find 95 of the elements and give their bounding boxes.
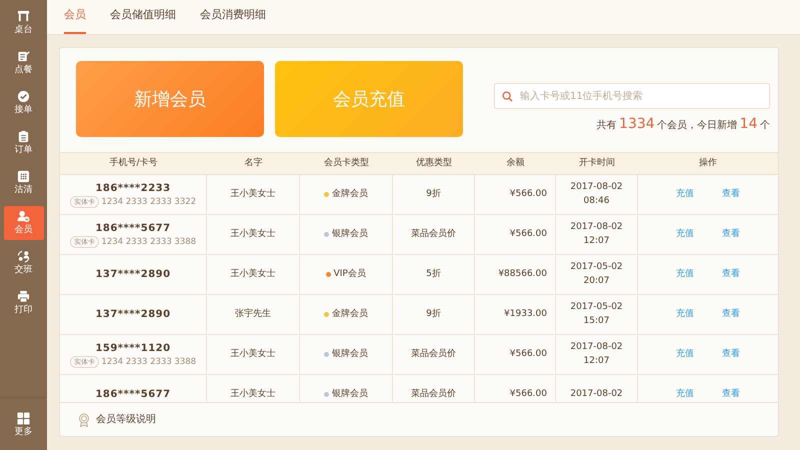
sidebar-item[interactable]: 会员 <box>4 206 44 240</box>
card-type: 金牌会员 <box>332 308 368 321</box>
notepad-icon <box>17 50 30 63</box>
new-member-count: 14 <box>740 115 758 134</box>
balance: ¥1933.00 <box>504 308 547 321</box>
discount-type: 9折 <box>426 188 441 201</box>
open-date: 2017-08-02 <box>570 341 623 354</box>
open-date: 2017-05-02 <box>570 301 623 314</box>
card-type: 银牌会员 <box>332 388 368 401</box>
open-time: 08:46 <box>584 194 610 208</box>
view-link[interactable]: 查看 <box>722 188 740 202</box>
open-date: 2017-08-02 <box>570 221 623 234</box>
member-name: 王小美女士 <box>230 388 276 401</box>
checkmark-icon <box>17 90 30 103</box>
clipboard-icon <box>17 130 30 143</box>
discount-type: 菜品会员价 <box>411 348 456 361</box>
view-link[interactable]: 查看 <box>722 228 740 242</box>
open-time: 15:07 <box>584 314 610 328</box>
card-type: 银牌会员 <box>332 348 368 361</box>
phone-number: 159****1120 <box>95 342 171 356</box>
balance: ¥566.00 <box>510 228 547 241</box>
sidebar-item[interactable]: 交班 <box>4 246 44 280</box>
search-field[interactable]: 输入卡号或11位手机号搜索 <box>494 83 770 109</box>
open-date: 2017-08-02 <box>570 388 623 401</box>
summary-text: 共有 <box>596 118 617 133</box>
card-number: 1234 2333 2333 3388 <box>101 236 196 248</box>
column-header: 手机号/卡号 <box>109 156 158 170</box>
open-date: 2017-05-02 <box>570 261 623 274</box>
column-header: 优惠类型 <box>416 156 452 170</box>
swap-people-icon <box>17 250 30 263</box>
card-number: 1234 2333 2333 3388 <box>101 356 196 368</box>
open-time: 12:07 <box>584 354 610 368</box>
card-type: 金牌会员 <box>332 188 368 201</box>
phone-number: 186****2233 <box>95 182 171 196</box>
balance: ¥566.00 <box>510 188 547 201</box>
open-time: 20:07 <box>584 274 610 288</box>
discount-type: 9折 <box>426 308 441 321</box>
recharge-link[interactable]: 充值 <box>676 188 694 202</box>
open-time: 12:07 <box>584 234 610 248</box>
phone-number: 137****2890 <box>95 308 171 322</box>
balance: ¥88566.00 <box>498 268 547 281</box>
recharge-link[interactable]: 充值 <box>676 388 694 402</box>
recharge-link[interactable]: 充值 <box>676 228 694 242</box>
card-number: 1234 2333 2333 3322 <box>101 196 196 208</box>
summary-text: 个会员，今日新增 <box>657 118 738 133</box>
balance: ¥566.00 <box>510 388 547 401</box>
printer-icon <box>17 290 30 303</box>
recharge-link[interactable]: 充值 <box>676 268 694 282</box>
phone-number: 186****5677 <box>95 222 171 236</box>
discount-type: 菜品会员价 <box>411 228 456 241</box>
grid-icon <box>17 412 30 424</box>
table-icon <box>17 10 30 23</box>
recharge-link[interactable]: 充值 <box>676 348 694 362</box>
grade-info-link[interactable]: 会员等级说明 <box>96 412 156 427</box>
view-link[interactable]: 查看 <box>722 308 740 322</box>
sidebar-item[interactable]: 打印 <box>4 286 44 320</box>
search-icon <box>502 91 513 102</box>
view-link[interactable]: 查看 <box>722 348 740 362</box>
sidebar-item[interactable]: 点餐 <box>4 46 44 80</box>
column-header: 会员卡类型 <box>324 156 369 170</box>
tab[interactable]: 会员消费明细 <box>200 0 266 34</box>
card-type: 银牌会员 <box>332 228 368 241</box>
member-name: 王小美女士 <box>230 348 276 361</box>
column-header: 操作 <box>699 156 717 170</box>
grid-icon <box>17 170 30 183</box>
open-date: 2017-08-02 <box>570 181 623 194</box>
column-header: 余额 <box>506 156 524 170</box>
member-name: 王小美女士 <box>230 228 276 241</box>
tab[interactable]: 会员储值明细 <box>110 0 176 34</box>
sidebar-item[interactable]: 沽清 <box>4 166 44 200</box>
recharge-link[interactable]: 充值 <box>676 308 694 322</box>
add-member-button[interactable]: 新增会员 <box>76 61 264 137</box>
discount-type: 菜品会员价 <box>411 388 456 401</box>
member-name: 王小美女士 <box>230 268 276 281</box>
summary-text: 个 <box>760 119 770 133</box>
more-button[interactable]: 更多 <box>4 407 44 441</box>
column-header: 名字 <box>244 156 262 170</box>
view-link[interactable]: 查看 <box>722 388 740 402</box>
member-name: 王小美女士 <box>230 188 276 201</box>
view-link[interactable]: 查看 <box>722 268 740 282</box>
member-count: 1334 <box>619 115 655 134</box>
medal-icon <box>78 412 90 426</box>
card-type: VIP会员 <box>334 268 366 281</box>
sidebar-item[interactable]: 接单 <box>4 86 44 120</box>
sidebar-item[interactable]: 桌台 <box>4 6 44 40</box>
balance: ¥566.00 <box>510 348 547 361</box>
sidebar-item[interactable]: 订单 <box>4 126 44 160</box>
recharge-button[interactable]: 会员充值 <box>275 61 463 137</box>
column-header: 开卡时间 <box>579 156 615 170</box>
discount-type: 5折 <box>426 268 441 281</box>
phone-number: 186****5677 <box>95 388 171 402</box>
phone-number: 137****2890 <box>95 268 171 282</box>
member-icon <box>17 210 30 223</box>
member-name: 张宇先生 <box>235 308 271 321</box>
tab[interactable]: 会员 <box>64 0 86 34</box>
